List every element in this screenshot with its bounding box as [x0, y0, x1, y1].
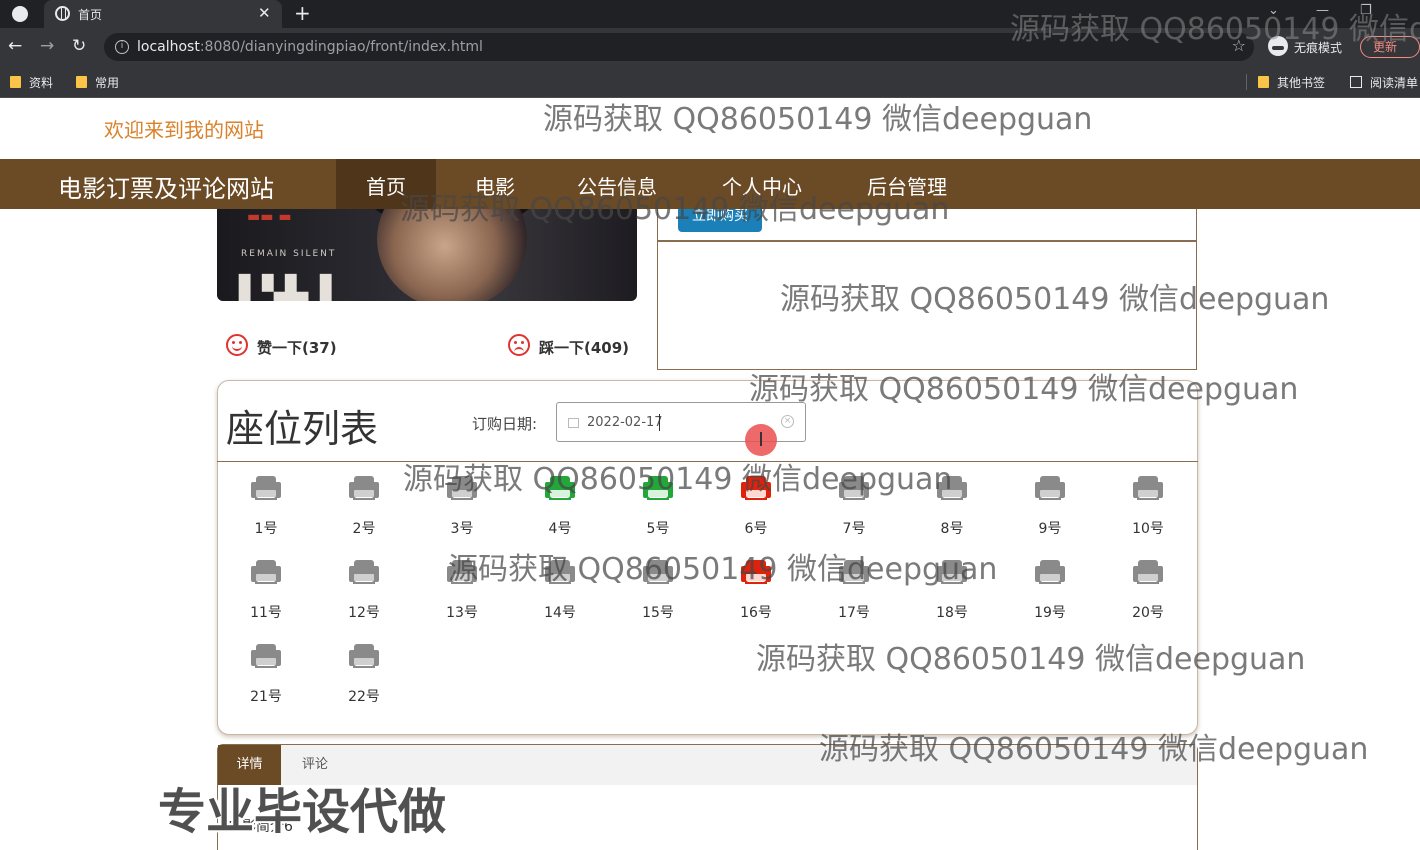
watermark: 源码获取 QQ86050149 微信deepguan: [749, 372, 1299, 407]
mouse-cursor-indicator: [745, 424, 777, 456]
seat-number: 4号: [548, 521, 572, 537]
seat-icon: [349, 476, 379, 500]
seat-number: 22号: [348, 689, 380, 705]
seat-22[interactable]: 22号: [334, 632, 394, 705]
calendar-icon: [568, 418, 579, 428]
poster-title-art: ▌▚▙▐: [239, 275, 332, 301]
bookmark-folder-changyong[interactable]: 常用: [76, 74, 119, 91]
seat-number: 16号: [740, 605, 772, 621]
tab-close-icon[interactable]: ✕: [258, 4, 271, 22]
seat-icon: [1133, 476, 1163, 500]
promo-overlay: 专业毕设代做: [158, 784, 447, 840]
seat-10[interactable]: 10号: [1118, 464, 1178, 537]
seat-icon: [349, 644, 379, 668]
poster-tag-art: ▬▬ ▬: [247, 209, 292, 225]
folder-icon: [1258, 76, 1269, 88]
order-date-value: 2022-02-17: [587, 415, 663, 430]
seat-21[interactable]: 21号: [236, 632, 296, 705]
back-icon[interactable]: ←: [8, 36, 22, 56]
seat-number: 15号: [642, 605, 674, 621]
frown-icon: [508, 334, 530, 356]
seat-list-title: 座位列表: [226, 407, 379, 451]
seat-number: 9号: [1038, 521, 1062, 537]
url-text[interactable]: localhost:8080/dianyingdingpiao/front/in…: [137, 39, 483, 55]
clear-date-icon[interactable]: ×: [781, 415, 794, 428]
seat-number: 3号: [450, 521, 474, 537]
seat-12[interactable]: 12号: [334, 548, 394, 621]
seat-icon: [1133, 560, 1163, 584]
seat-2[interactable]: 2号: [334, 464, 394, 537]
seat-icon: [251, 644, 281, 668]
seat-number: 20号: [1132, 605, 1164, 621]
browser-tab[interactable]: 首页 ✕: [44, 0, 282, 28]
seat-number: 2号: [352, 521, 376, 537]
forward-icon[interactable]: →: [40, 36, 54, 56]
seat-number: 14号: [544, 605, 576, 621]
watermark: 源码获取 QQ86050149 微信deepguan: [819, 732, 1369, 767]
seat-11[interactable]: 11号: [236, 548, 296, 621]
seat-number: 11号: [250, 605, 282, 621]
seat-9[interactable]: 9号: [1020, 464, 1080, 537]
seat-number: 19号: [1034, 605, 1066, 621]
bookmark-folder-ziliao[interactable]: 资料: [10, 74, 53, 91]
seat-number: 8号: [940, 521, 964, 537]
other-bookmarks[interactable]: 其他书签: [1258, 74, 1325, 91]
bookmarks-divider: [1246, 74, 1247, 90]
watermark: 源码获取 QQ86050149 微信deepguan: [756, 642, 1306, 677]
watermark: 源码获取 QQ86050149 微信deepguan: [543, 102, 1093, 137]
watermark: 源码获取 QQ86050149 微信deepguan: [780, 282, 1330, 317]
folder-icon: [76, 76, 87, 88]
watermark: 源码获取 QQ86050149 微信deepguan: [403, 462, 953, 497]
smile-icon: [226, 334, 248, 356]
watermark-top: 源码获取 QQ86050149 微信d: [1010, 12, 1420, 47]
site-info-icon[interactable]: i: [115, 40, 129, 54]
folder-icon: [10, 76, 21, 88]
reading-list[interactable]: 阅读清单: [1350, 74, 1418, 91]
reload-icon[interactable]: ↻: [72, 36, 86, 56]
browser-menu-icon[interactable]: [12, 6, 28, 22]
globe-icon: [55, 6, 70, 21]
seat-icon: [349, 560, 379, 584]
seat-number: 17号: [838, 605, 870, 621]
seat-20[interactable]: 20号: [1118, 548, 1178, 621]
seat-19[interactable]: 19号: [1020, 548, 1080, 621]
seat-number: 12号: [348, 605, 380, 621]
seat-icon: [251, 476, 281, 500]
seat-number: 13号: [446, 605, 478, 621]
seat-icon: [251, 560, 281, 584]
seat-icon: [1035, 476, 1065, 500]
seat-number: 5号: [646, 521, 670, 537]
seat-number: 6号: [744, 521, 768, 537]
welcome-text: 欢迎来到我的网站: [104, 118, 264, 142]
watermark: 源码获取 QQ86050149 微信deepguan: [448, 552, 998, 587]
new-tab-icon[interactable]: +: [294, 2, 311, 24]
seat-number: 21号: [250, 689, 282, 705]
tab-title: 首页: [78, 8, 103, 22]
seat-1[interactable]: 1号: [236, 464, 296, 537]
site-brand[interactable]: 电影订票及评论网站: [58, 169, 274, 204]
seat-number: 18号: [936, 605, 968, 621]
seat-number: 7号: [842, 521, 866, 537]
seat-number: 10号: [1132, 521, 1164, 537]
order-date-label: 订购日期:: [472, 415, 538, 433]
watermark: 源码获取 QQ86050149 微信deepguan: [400, 192, 950, 227]
text-caret: [659, 414, 660, 431]
seat-icon: [1035, 560, 1065, 584]
reading-list-icon: [1350, 76, 1362, 88]
poster-caption: REMAIN SILENT: [241, 249, 337, 259]
seat-number: 1号: [254, 521, 278, 537]
